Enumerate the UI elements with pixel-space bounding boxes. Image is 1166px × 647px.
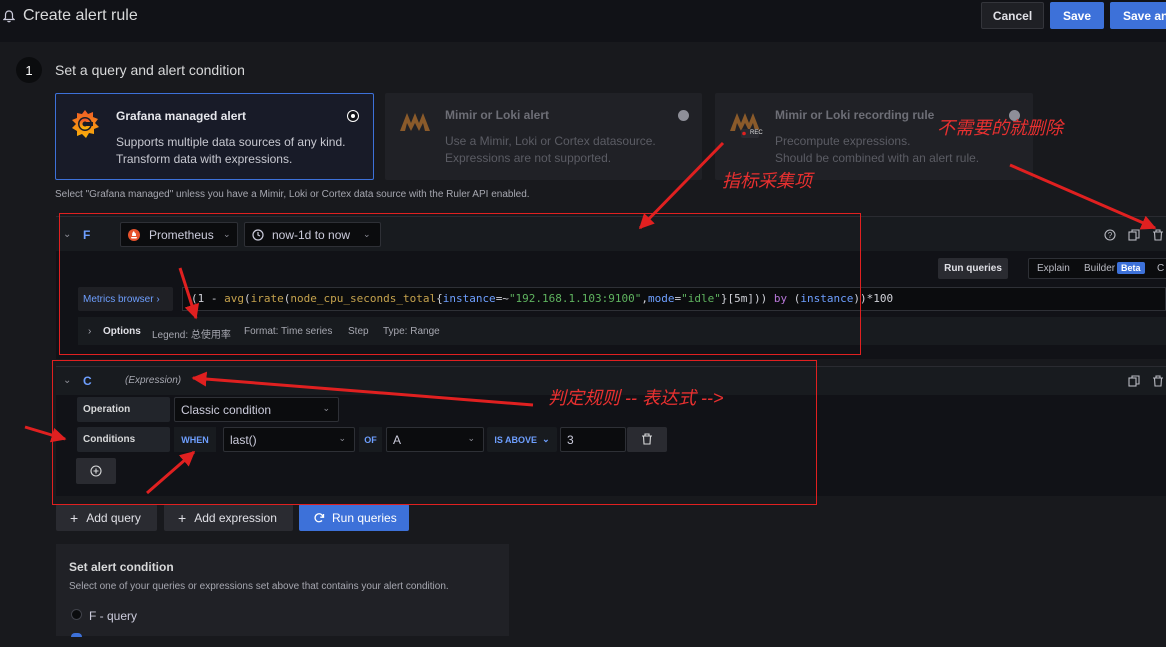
annotation-text-metric: 指标采集项: [722, 171, 812, 191]
duplicate-icon[interactable]: [1128, 229, 1140, 241]
card-title: Grafana managed alert: [116, 109, 247, 123]
builder-tab[interactable]: Builder: [1084, 263, 1115, 274]
add-expression-button[interactable]: + Add expression: [164, 504, 293, 531]
trash-icon[interactable]: [1152, 229, 1164, 241]
page-header: Create alert rule Cancel Save Save and e…: [0, 0, 1166, 42]
plus-icon: +: [178, 509, 187, 526]
help-icon[interactable]: ?: [1104, 229, 1116, 241]
duplicate-icon[interactable]: [1128, 375, 1140, 387]
mimir-logo-icon: [399, 109, 431, 133]
editor-mode-toggle[interactable]: Explain Builder Beta C: [1028, 258, 1166, 279]
condition-radio-c[interactable]: [71, 633, 82, 637]
radio-selected[interactable]: [348, 111, 358, 121]
add-query-button[interactable]: + Add query: [56, 504, 157, 531]
add-expression-label: Add expression: [194, 510, 277, 525]
condition-option-f[interactable]: F - query: [89, 609, 137, 623]
step-title: Set a query and alert condition: [55, 62, 245, 78]
rec-badge: REC: [750, 130, 763, 136]
annotation-box-query: [59, 213, 861, 355]
condition-radio-f[interactable]: [71, 609, 82, 620]
beta-badge: Beta: [1117, 262, 1145, 274]
bell-icon: [3, 10, 15, 23]
code-tab[interactable]: C: [1157, 263, 1164, 274]
card-description: Supports multiple data sources of any ki…: [116, 135, 346, 166]
save-button[interactable]: Save: [1050, 2, 1104, 29]
card-title: Mimir or Loki alert: [445, 108, 550, 122]
annotation-text-delete: 不需要的就删除: [937, 118, 1063, 138]
run-queries-label: Run queries: [332, 510, 397, 525]
set-condition-description: Select one of your queries or expression…: [69, 581, 449, 592]
explain-toggle[interactable]: Explain: [1037, 263, 1070, 274]
card-description: Use a Mimir, Loki or Cortex datasource. E…: [445, 134, 656, 165]
rule-type-grafana-card[interactable]: Grafana managed alert Supports multiple …: [55, 93, 374, 180]
svg-text:?: ?: [1108, 231, 1113, 240]
run-queries-main-button[interactable]: Run queries: [299, 504, 409, 531]
grafana-logo-icon: [68, 107, 102, 141]
annotation-box-expression: [52, 360, 817, 505]
add-query-label: Add query: [86, 510, 141, 525]
rule-type-mimir-card[interactable]: Mimir or Loki alert Use a Mimir, Loki or…: [385, 93, 702, 180]
save-and-exit-button[interactable]: Save and exit: [1110, 2, 1166, 29]
plus-icon: +: [70, 509, 79, 526]
set-condition-title: Set alert condition: [69, 560, 174, 574]
step-number: 1: [16, 57, 42, 83]
card-title: Mimir or Loki recording rule: [775, 108, 935, 122]
run-queries-button[interactable]: Run queries: [938, 258, 1008, 279]
radio-unselected[interactable]: [678, 110, 689, 121]
page-title: Create alert rule: [23, 7, 138, 24]
annotation-text-rule: 判定规则 -- 表达式 -->: [548, 388, 724, 408]
rule-type-hint: Select "Grafana managed" unless you have…: [55, 189, 530, 200]
trash-icon[interactable]: [1152, 375, 1164, 387]
refresh-icon: [313, 512, 325, 524]
set-alert-condition-panel: Set alert condition Select one of your q…: [56, 544, 509, 637]
cancel-button[interactable]: Cancel: [981, 2, 1044, 29]
